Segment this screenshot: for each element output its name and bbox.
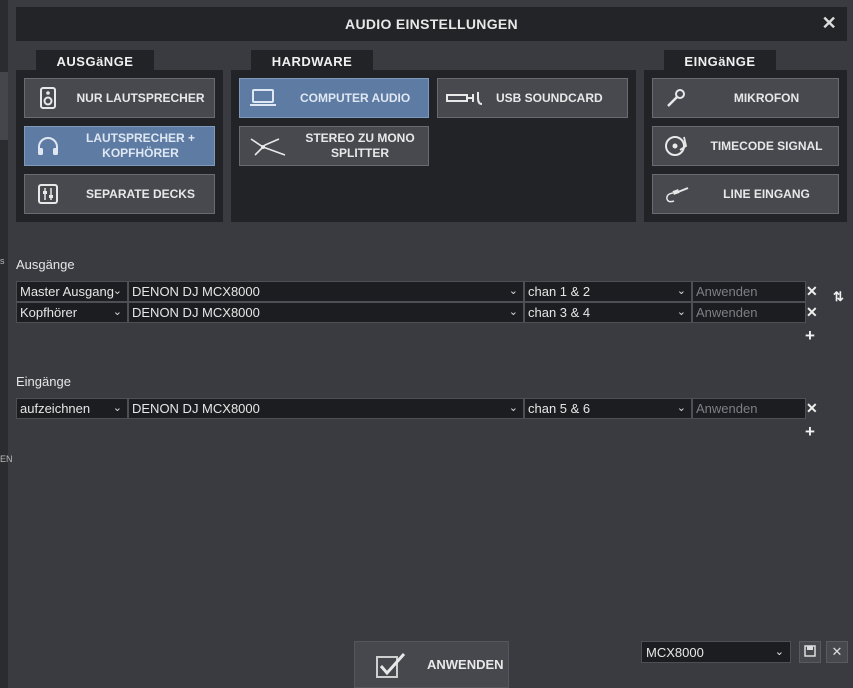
option-label: MIKROFON: [733, 90, 800, 105]
option-label: NUR LAUTSPRECHER: [76, 90, 205, 105]
close-icon: ✕: [831, 644, 843, 659]
input-type-select[interactable]: aufzeichnen ⌄: [16, 398, 128, 419]
dialog-titlebar: AUDIO EINSTELLUNGEN ✕: [16, 7, 847, 41]
output-type-select[interactable]: Master Ausgang ⌄: [16, 281, 128, 302]
tab-hardware: HARDWARE: [251, 50, 373, 72]
headphones-icon: [25, 136, 71, 156]
output-row: Master Ausgang ⌄ DENON DJ MCX8000 ⌄ chan 1…: [16, 281, 806, 302]
option-label: USB SOUNDCARD: [496, 90, 603, 105]
turntable-icon: [653, 134, 699, 158]
chevron-down-icon: ⌄: [676, 402, 686, 414]
option-usb-soundcard[interactable]: USB SOUNDCARD: [437, 78, 628, 118]
add-output-button[interactable]: +: [805, 327, 815, 344]
option-label: LINE EINGANG: [723, 186, 810, 201]
output-type-select[interactable]: Kopfhörer ⌄: [16, 302, 128, 323]
save-preset-button[interactable]: [799, 641, 821, 663]
dialog-title: AUDIO EINSTELLUNGEN: [345, 16, 518, 32]
save-icon: [804, 644, 816, 660]
speaker-icon: [25, 87, 71, 109]
chevron-down-icon: ⌄: [112, 306, 122, 318]
option-label: SEPARATE DECKS: [86, 186, 195, 201]
chevron-down-icon: ⌄: [676, 306, 686, 318]
tab-inputs: EINGäNGE: [664, 50, 776, 72]
chevron-down-icon: ⌄: [774, 646, 784, 658]
microphone-icon: [653, 88, 699, 108]
option-stereo-mono-splitter[interactable]: STEREO ZU MONO SPLITTER: [239, 126, 429, 166]
option-computer-audio[interactable]: COMPUTER AUDIO: [239, 78, 429, 118]
usb-soundcard-icon: [438, 90, 494, 106]
output-apply-field[interactable]: Anwenden: [692, 281, 806, 302]
output-device-select[interactable]: DENON DJ MCX8000 ⌄: [128, 302, 524, 323]
option-label: LAUTSPRECHER + KOPFHÖRER: [85, 131, 195, 160]
input-channel-select[interactable]: chan 5 & 6 ⌄: [524, 398, 692, 419]
background-window-edge: s EN: [0, 0, 13, 688]
input-apply-field[interactable]: Anwenden: [692, 398, 806, 419]
outputs-section-label: Ausgänge: [16, 257, 75, 272]
option-speakers-headphones[interactable]: LAUTSPRECHER + KOPFHÖRER: [24, 126, 215, 166]
output-apply-field[interactable]: Anwenden: [692, 302, 806, 323]
output-device-select[interactable]: DENON DJ MCX8000 ⌄: [128, 281, 524, 302]
swap-icon[interactable]: ⇅: [833, 290, 844, 304]
chevron-down-icon: ⌄: [676, 285, 686, 297]
line-cable-icon: [653, 184, 699, 204]
chevron-down-icon: ⌄: [508, 402, 518, 414]
output-channel-select[interactable]: chan 3 & 4 ⌄: [524, 302, 692, 323]
laptop-icon: [240, 89, 286, 107]
output-channel-select[interactable]: chan 1 & 2 ⌄: [524, 281, 692, 302]
chevron-down-icon: ⌄: [508, 285, 518, 297]
apply-button[interactable]: ANWENDEN: [354, 641, 509, 688]
background-glyph: s: [0, 256, 5, 266]
option-microphone[interactable]: MIKROFON: [652, 78, 839, 118]
background-window-stub: [0, 72, 8, 140]
apply-button-label: ANWENDEN: [427, 657, 504, 672]
checkbox-check-icon: [355, 652, 427, 678]
option-line-input[interactable]: LINE EINGANG: [652, 174, 839, 214]
input-device-select[interactable]: DENON DJ MCX8000 ⌄: [128, 398, 524, 419]
option-label: TIMECODE SIGNAL: [710, 138, 823, 153]
inputs-section-label: Eingänge: [16, 374, 71, 389]
option-timecode-signal[interactable]: TIMECODE SIGNAL: [652, 126, 839, 166]
preset-value: MCX8000: [646, 644, 704, 660]
background-glyph: EN: [0, 454, 13, 464]
chevron-down-icon: ⌄: [508, 306, 518, 318]
option-speakers-only[interactable]: NUR LAUTSPRECHER: [24, 78, 215, 118]
remove-row-icon[interactable]: ✕: [806, 401, 818, 415]
option-separate-decks[interactable]: SEPARATE DECKS: [24, 174, 215, 214]
chevron-down-icon: ⌄: [112, 402, 122, 414]
remove-row-icon[interactable]: ✕: [806, 284, 818, 298]
chevron-down-icon: ⌄: [112, 285, 122, 297]
output-row: Kopfhörer ⌄ DENON DJ MCX8000 ⌄ chan 3 & 4 ⌄…: [16, 302, 806, 323]
tab-outputs: AUSGäNGE: [36, 50, 154, 72]
mixer-icon: [25, 184, 71, 204]
add-input-button[interactable]: +: [805, 423, 815, 440]
remove-row-icon[interactable]: ✕: [806, 305, 818, 319]
option-label: STEREO ZU MONO SPLITTER: [305, 131, 415, 160]
preset-select[interactable]: MCX8000 ⌄: [641, 641, 791, 663]
input-row: aufzeichnen ⌄ DENON DJ MCX8000 ⌄ chan 5 & …: [16, 398, 806, 419]
option-label: COMPUTER AUDIO: [300, 90, 411, 105]
close-icon[interactable]: ✕: [822, 13, 837, 33]
delete-preset-button[interactable]: ✕: [826, 641, 848, 663]
splitter-cable-icon: [240, 135, 296, 157]
